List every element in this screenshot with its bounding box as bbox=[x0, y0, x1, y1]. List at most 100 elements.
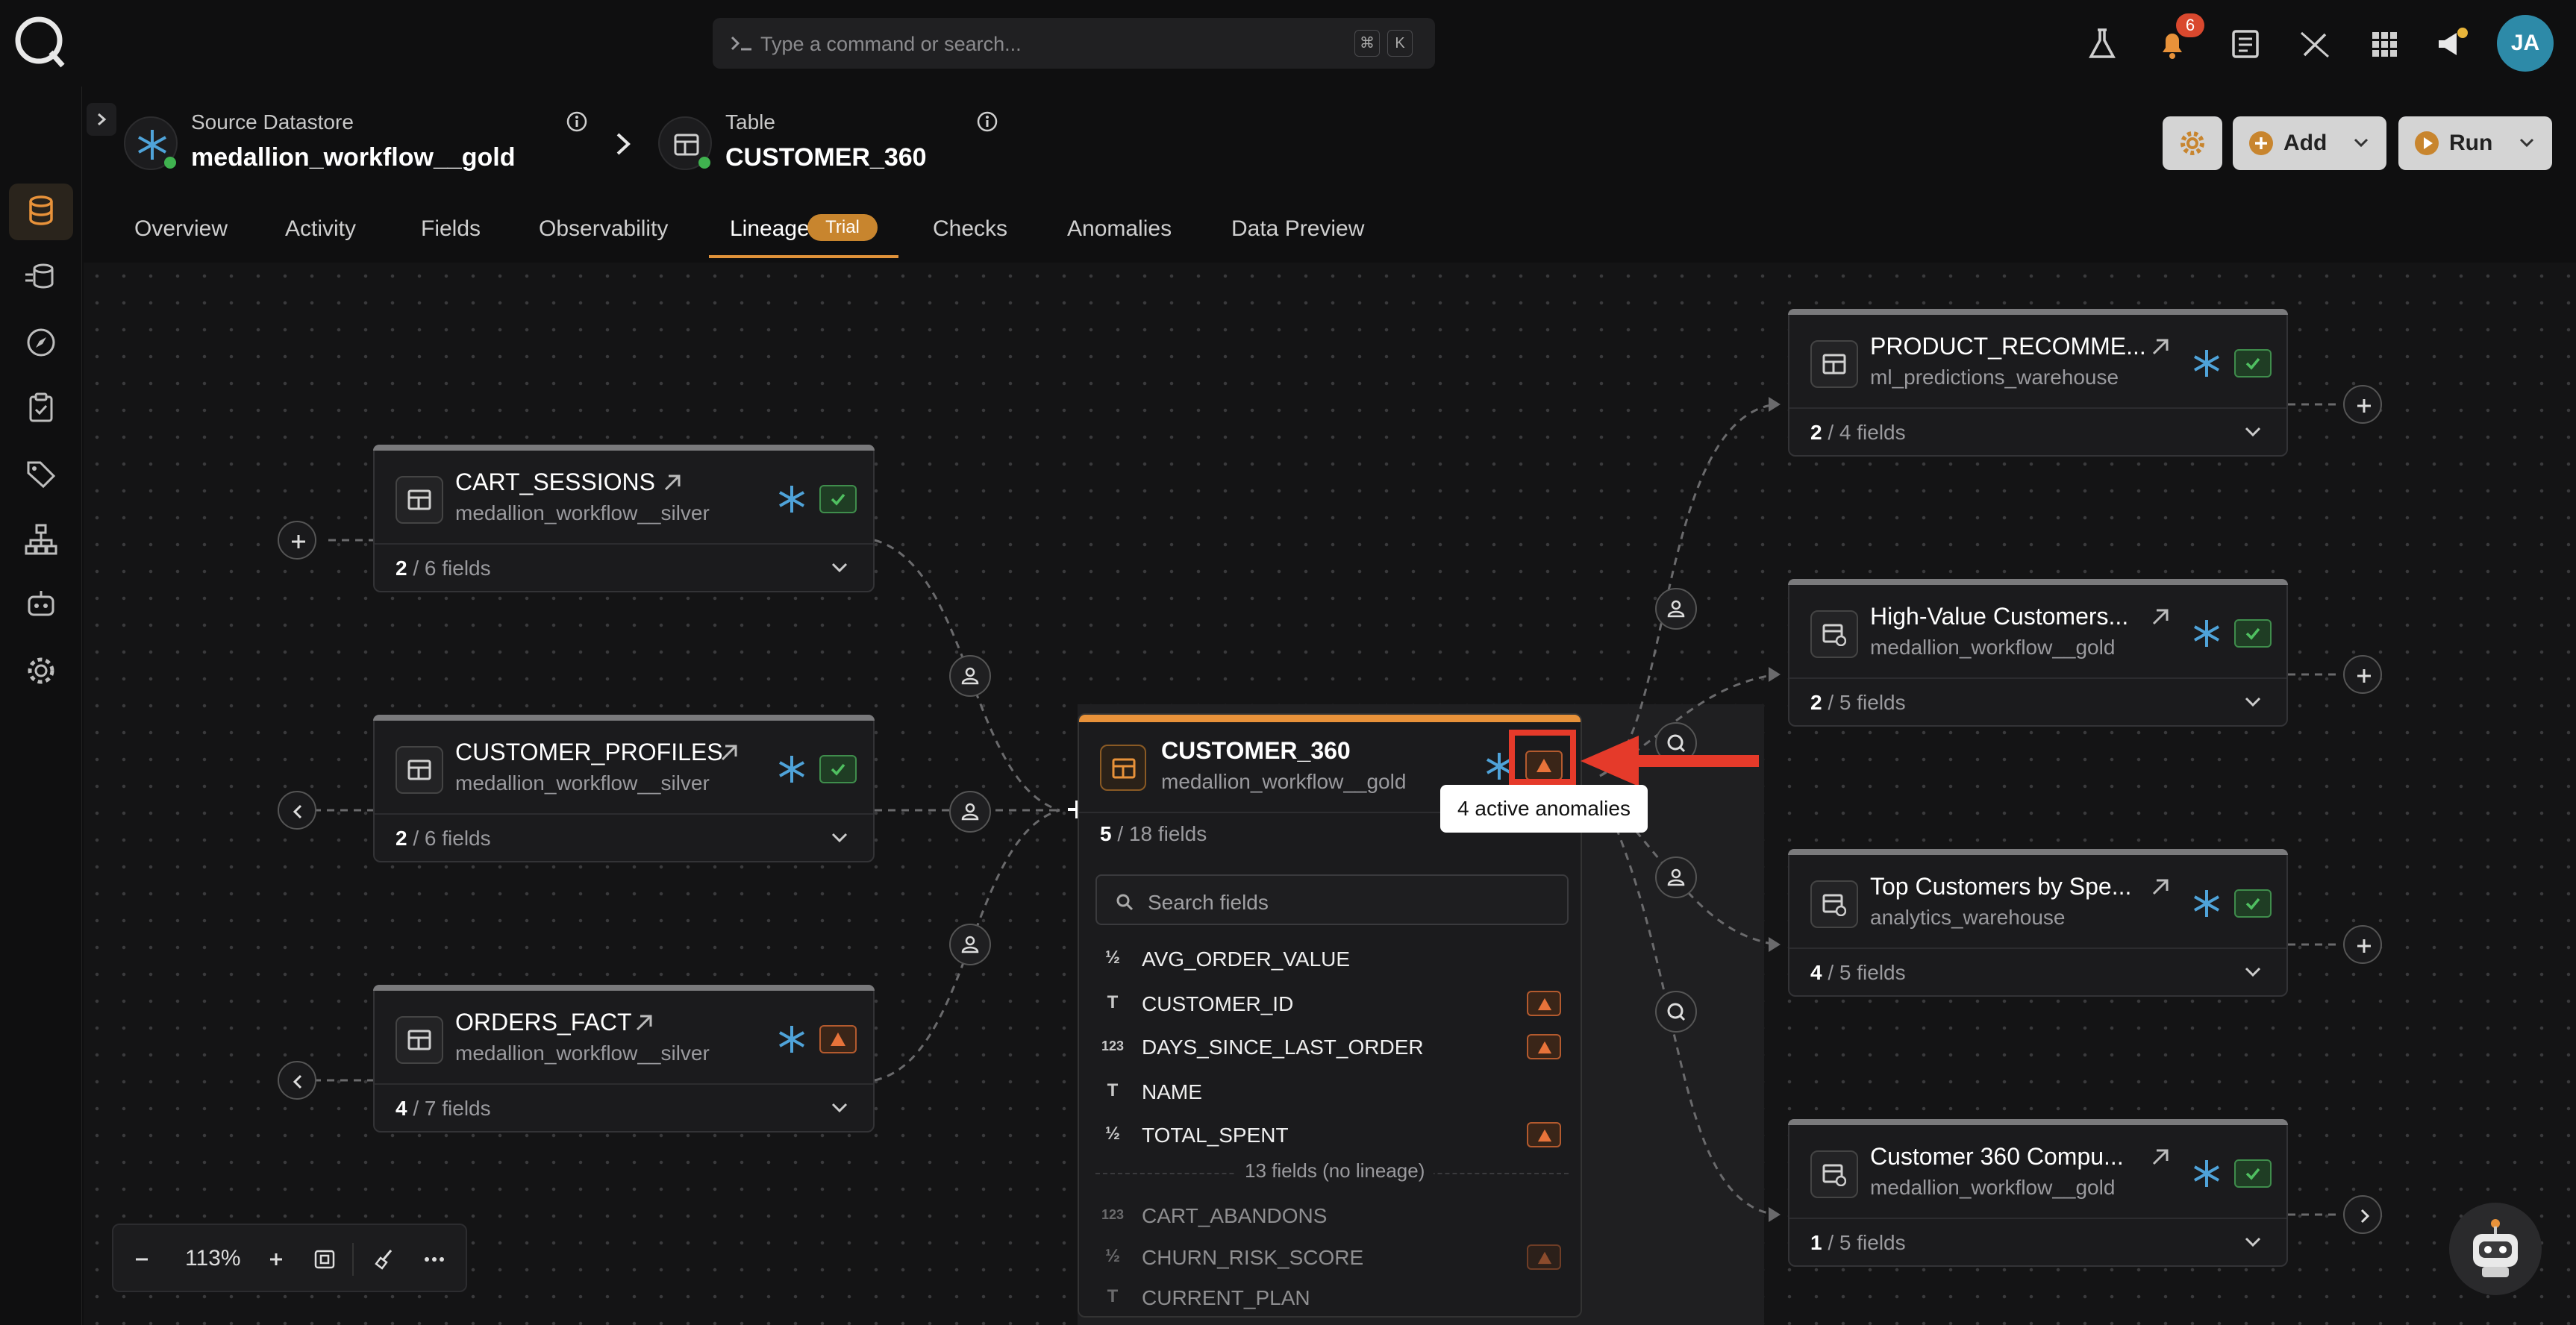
field-name: CUSTOMER_ID bbox=[1142, 992, 1294, 1015]
expand-upstream-button[interactable] bbox=[278, 521, 316, 560]
external-link-icon[interactable] bbox=[2149, 1146, 2172, 1168]
table-icon bbox=[396, 476, 443, 524]
node-datastore: medallion_workflow__gold bbox=[1870, 1176, 2116, 1199]
node-datastore: medallion_workflow__silver bbox=[455, 771, 710, 795]
field-name: AVG_ORDER_VALUE bbox=[1142, 947, 1351, 971]
lineage-node-high-value-customers[interactable]: High-Value Customers... medallion_workfl… bbox=[1788, 579, 2288, 727]
collapse-upstream-button[interactable] bbox=[278, 1061, 316, 1100]
external-link-icon[interactable] bbox=[661, 472, 684, 494]
chevron-down-icon[interactable] bbox=[2242, 421, 2264, 443]
field-anomaly-badge[interactable] bbox=[1527, 991, 1561, 1016]
warning-icon bbox=[1537, 997, 1552, 1011]
external-link-icon[interactable] bbox=[2149, 876, 2172, 898]
external-link-icon[interactable] bbox=[2149, 336, 2172, 358]
collapse-downstream-button[interactable] bbox=[2343, 1195, 2382, 1234]
field-name: CURRENT_PLAN bbox=[1142, 1286, 1310, 1309]
plus-icon bbox=[2357, 939, 2371, 953]
node-title: High-Value Customers... bbox=[1870, 603, 2129, 630]
chevron-down-icon[interactable] bbox=[2242, 961, 2264, 983]
zoom-out-icon[interactable] bbox=[133, 1250, 151, 1268]
assistant-bot-button[interactable] bbox=[2449, 1203, 2542, 1295]
lineage-node-customer-360-computed[interactable]: Customer 360 Compu... medallion_workflow… bbox=[1788, 1119, 2288, 1267]
node-title: CART_SESSIONS bbox=[455, 469, 655, 495]
broom-clean-icon[interactable] bbox=[373, 1247, 397, 1271]
check-icon bbox=[2245, 898, 2260, 910]
plus-icon bbox=[2357, 399, 2371, 413]
zoom-toolbar: 113% bbox=[112, 1224, 467, 1292]
lineage-node-orders-fact[interactable]: ORDERS_FACT medallion_workflow__silver 4… bbox=[373, 985, 875, 1133]
transform-user-icon[interactable] bbox=[1655, 588, 1697, 630]
no-lineage-label[interactable]: 13 fields (no lineage) bbox=[1236, 1159, 1434, 1183]
chevron-down-icon[interactable] bbox=[2242, 691, 2264, 713]
checks-passed-badge[interactable] bbox=[2234, 349, 2272, 378]
field-row[interactable]: T NAME bbox=[1095, 1071, 1569, 1113]
warning-icon bbox=[1537, 1041, 1552, 1054]
node-title: Top Customers by Spe... bbox=[1870, 873, 2132, 900]
search-fields-input[interactable]: Search fields bbox=[1095, 874, 1569, 925]
checks-passed-badge[interactable] bbox=[819, 755, 857, 783]
transform-user-icon[interactable] bbox=[1655, 856, 1697, 898]
node-title: PRODUCT_RECOMME... bbox=[1870, 333, 2146, 360]
annotation-arrow-icon bbox=[1581, 736, 1759, 786]
chevron-down-icon[interactable] bbox=[828, 827, 851, 849]
more-options-icon[interactable] bbox=[421, 1249, 448, 1270]
field-count: 2 / 5 fields bbox=[1810, 691, 1906, 714]
field-row[interactable]: ½ CHURN_RISK_SCORE bbox=[1095, 1237, 1569, 1279]
checks-passed-badge[interactable] bbox=[2234, 1159, 2272, 1188]
node-title: CUSTOMER_PROFILES bbox=[455, 739, 723, 765]
external-link-icon[interactable] bbox=[2149, 606, 2172, 628]
chevron-down-icon[interactable] bbox=[828, 557, 851, 579]
lineage-node-customer-profiles[interactable]: CUSTOMER_PROFILES medallion_workflow__si… bbox=[373, 715, 875, 862]
external-link-icon[interactable] bbox=[718, 742, 740, 764]
fit-view-icon[interactable] bbox=[313, 1249, 336, 1270]
field-anomaly-badge[interactable] bbox=[1527, 1244, 1561, 1270]
anomaly-warning-badge[interactable] bbox=[819, 1025, 857, 1053]
warning-icon bbox=[831, 1033, 845, 1046]
collapse-upstream-button[interactable] bbox=[278, 791, 316, 830]
search-fields-placeholder: Search fields bbox=[1148, 891, 1269, 914]
search-icon bbox=[1116, 894, 1134, 911]
checks-passed-badge[interactable] bbox=[819, 485, 857, 513]
field-count: 4 / 7 fields bbox=[396, 1097, 491, 1120]
field-row[interactable]: T CURRENT_PLAN bbox=[1095, 1277, 1569, 1316]
focus-field-count: 5 / 18 fields bbox=[1100, 822, 1207, 845]
expand-downstream-button[interactable] bbox=[2343, 925, 2382, 964]
external-link-icon[interactable] bbox=[633, 1012, 655, 1034]
checks-passed-badge[interactable] bbox=[2234, 619, 2272, 648]
field-name: TOTAL_SPENT bbox=[1142, 1124, 1289, 1147]
field-anomaly-badge[interactable] bbox=[1527, 1122, 1561, 1147]
field-anomaly-badge[interactable] bbox=[1527, 1034, 1561, 1059]
lineage-node-product-recommendations[interactable]: PRODUCT_RECOMME... ml_predictions_wareho… bbox=[1788, 309, 2288, 457]
table-icon bbox=[396, 1016, 443, 1064]
transform-user-icon[interactable] bbox=[949, 791, 991, 833]
field-type-fractional-icon: ½ bbox=[1104, 1246, 1120, 1266]
zoom-level: 113% bbox=[185, 1246, 241, 1271]
field-name: CHURN_RISK_SCORE bbox=[1142, 1246, 1364, 1269]
plus-icon bbox=[2357, 669, 2371, 683]
zoom-in-icon[interactable] bbox=[267, 1250, 285, 1268]
chevron-down-icon[interactable] bbox=[2242, 1231, 2264, 1253]
node-datastore: medallion_workflow__silver bbox=[455, 501, 710, 524]
table-icon bbox=[1810, 340, 1858, 388]
lineage-node-top-customers[interactable]: Top Customers by Spe... analytics_wareho… bbox=[1788, 849, 2288, 997]
transform-user-icon[interactable] bbox=[949, 924, 991, 965]
chevron-down-icon[interactable] bbox=[828, 1097, 851, 1119]
lineage-node-cart-sessions[interactable]: CART_SESSIONS medallion_workflow__silver… bbox=[373, 445, 875, 592]
check-icon bbox=[2245, 627, 2260, 640]
checks-passed-badge[interactable] bbox=[2234, 889, 2272, 918]
field-count: 2 / 4 fields bbox=[1810, 421, 1906, 444]
computed-table-icon bbox=[1810, 880, 1858, 928]
snowflake-icon bbox=[2194, 890, 2219, 917]
field-row[interactable]: T CUSTOMER_ID bbox=[1095, 983, 1569, 1025]
field-row[interactable]: ½ TOTAL_SPENT bbox=[1095, 1115, 1569, 1156]
node-datastore: medallion_workflow__silver bbox=[455, 1041, 710, 1065]
qualytics-transform-icon[interactable] bbox=[1655, 991, 1697, 1033]
field-row[interactable]: ½ AVG_ORDER_VALUE bbox=[1095, 939, 1569, 980]
field-row[interactable]: 123 CART_ABANDONS bbox=[1095, 1195, 1569, 1237]
field-type-number-icon: 123 bbox=[1101, 1039, 1125, 1053]
expand-downstream-button[interactable] bbox=[2343, 385, 2382, 424]
expand-downstream-button[interactable] bbox=[2343, 655, 2382, 694]
field-type-text-icon: T bbox=[1107, 992, 1119, 1012]
transform-user-icon[interactable] bbox=[949, 655, 991, 697]
field-row[interactable]: 123 DAYS_SINCE_LAST_ORDER bbox=[1095, 1027, 1569, 1068]
